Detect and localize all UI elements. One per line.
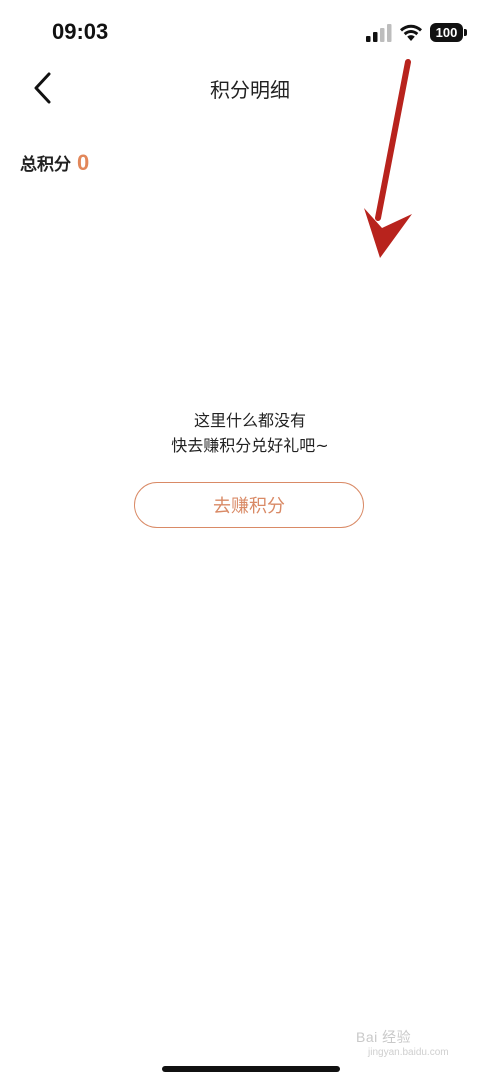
battery-icon: 100 [430,23,463,42]
watermark-url: jingyan.baidu.com [368,1047,449,1058]
total-points-label: 总积分 [20,155,71,175]
total-points: 总积分 0 [20,150,89,180]
status-time: 09:03 [52,19,109,44]
empty-message-line1: 这里什么都没有 [193,411,306,430]
wifi-icon [400,24,422,41]
empty-state: 这里什么都没有 快去赚积分兑好礼吧~ [0,408,500,458]
status-bar: 09:03 100 [0,0,500,60]
battery-level: 100 [435,25,458,40]
home-indicator[interactable] [162,1066,340,1072]
page-title: 积分明细 [210,78,290,102]
total-points-value: 0 [77,150,90,175]
watermark-logo: Bai 经验 [356,1029,412,1045]
battery-tip [464,29,467,36]
earn-points-button[interactable]: 去赚积分 [134,482,364,528]
signal-icon [366,24,392,42]
nav-bar: 积分明细 [0,60,500,112]
empty-message-line2: 快去赚积分兑好礼吧~ [171,436,329,455]
